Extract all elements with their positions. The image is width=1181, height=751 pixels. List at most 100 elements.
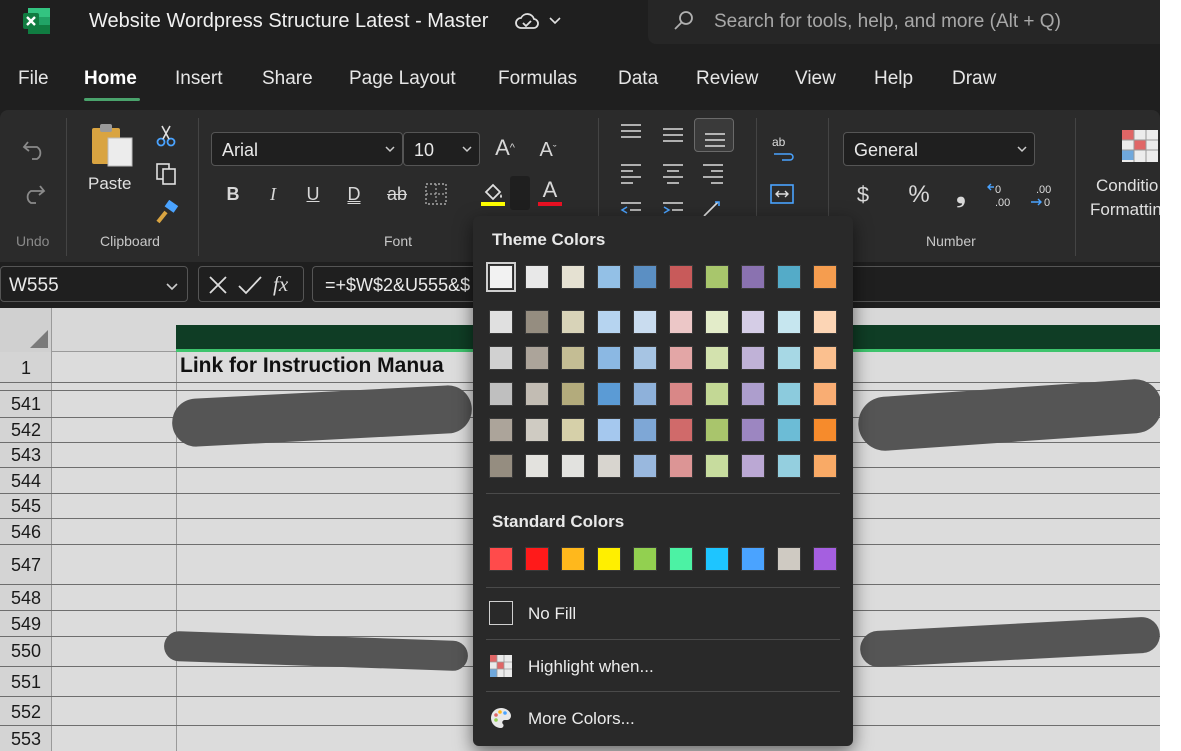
theme-color-swatch[interactable] — [813, 418, 837, 442]
comma-style-button[interactable]: ❟ — [950, 180, 972, 210]
theme-color-swatch[interactable] — [597, 454, 621, 478]
decrease-decimal-icon[interactable]: .000 — [1028, 180, 1058, 210]
standard-color-swatch[interactable] — [777, 547, 801, 571]
shrink-font-button[interactable]: Aˇ — [533, 134, 563, 166]
theme-color-swatch[interactable] — [633, 382, 657, 406]
theme-color-swatch[interactable] — [489, 346, 513, 370]
tab-file[interactable]: File — [18, 68, 49, 90]
format-painter-icon[interactable] — [154, 200, 180, 226]
theme-color-swatch[interactable] — [813, 310, 837, 334]
row-header[interactable]: 544 — [0, 471, 52, 492]
row-header[interactable]: 549 — [0, 614, 52, 635]
row-header[interactable]: 541 — [0, 394, 52, 415]
theme-color-swatch[interactable] — [669, 454, 693, 478]
theme-color-swatch[interactable] — [777, 310, 801, 334]
conditional-formatting-label-line1[interactable]: Conditio — [1096, 176, 1158, 196]
fill-color-dropdown-button[interactable] — [510, 176, 530, 210]
tab-view[interactable]: View — [795, 68, 836, 90]
align-middle-icon[interactable] — [660, 124, 686, 146]
theme-color-swatch[interactable] — [741, 454, 765, 478]
theme-color-swatch[interactable] — [741, 310, 765, 334]
no-fill-item[interactable]: No Fill — [486, 593, 840, 633]
theme-color-swatch[interactable] — [813, 346, 837, 370]
theme-color-swatch[interactable] — [777, 346, 801, 370]
font-color-button[interactable]: A — [538, 177, 562, 202]
theme-color-swatch[interactable] — [813, 265, 837, 289]
row-header[interactable]: 543 — [0, 445, 52, 466]
paste-label[interactable]: Paste — [88, 174, 131, 194]
tab-data[interactable]: Data — [618, 68, 658, 90]
underline-button[interactable]: U — [302, 180, 324, 208]
select-all-corner[interactable] — [0, 308, 52, 352]
align-left-icon[interactable] — [618, 162, 644, 184]
search-box[interactable]: Search for tools, help, and more (Alt + … — [648, 0, 1160, 44]
italic-button[interactable]: I — [262, 180, 284, 208]
name-box[interactable]: W555 — [0, 266, 188, 302]
theme-color-swatch[interactable] — [705, 454, 729, 478]
theme-color-swatch[interactable] — [777, 418, 801, 442]
theme-color-swatch[interactable] — [561, 310, 585, 334]
standard-color-swatch[interactable] — [597, 547, 621, 571]
theme-color-swatch[interactable] — [486, 262, 516, 292]
row-header[interactable]: 550 — [0, 641, 52, 662]
enter-check-icon[interactable] — [237, 274, 263, 296]
theme-color-swatch[interactable] — [741, 265, 765, 289]
number-format-select[interactable]: General — [843, 132, 1035, 166]
tab-formulas[interactable]: Formulas — [498, 68, 577, 90]
highlight-when-item[interactable]: Highlight when... — [486, 646, 840, 686]
theme-color-swatch[interactable] — [489, 310, 513, 334]
theme-color-swatch[interactable] — [669, 382, 693, 406]
theme-color-swatch[interactable] — [813, 382, 837, 406]
insert-function-icon[interactable]: fx — [273, 272, 288, 297]
grow-font-button[interactable]: A ^ — [490, 132, 520, 164]
undo-icon[interactable] — [20, 134, 48, 162]
theme-color-swatch[interactable] — [633, 346, 657, 370]
standard-color-swatch[interactable] — [633, 547, 657, 571]
theme-color-swatch[interactable] — [669, 310, 693, 334]
font-name-select[interactable]: Arial — [211, 132, 403, 166]
row-header[interactable]: 1 — [0, 358, 52, 379]
font-size-select[interactable]: 10 — [403, 132, 480, 166]
borders-icon[interactable] — [424, 182, 448, 206]
theme-color-swatch[interactable] — [705, 382, 729, 406]
row-header[interactable]: 545 — [0, 496, 52, 517]
tab-page-layout[interactable]: Page Layout — [349, 68, 456, 90]
theme-color-swatch[interactable] — [561, 418, 585, 442]
row-header[interactable]: 551 — [0, 672, 52, 693]
align-bottom-button[interactable] — [694, 118, 734, 152]
standard-color-swatch[interactable] — [525, 547, 549, 571]
theme-color-swatch[interactable] — [525, 418, 549, 442]
row-header[interactable]: 547 — [0, 555, 52, 576]
theme-color-swatch[interactable] — [489, 418, 513, 442]
increase-decimal-icon[interactable]: 0.00 — [986, 180, 1016, 210]
standard-color-swatch[interactable] — [489, 547, 513, 571]
theme-color-swatch[interactable] — [597, 346, 621, 370]
align-center-icon[interactable] — [660, 162, 686, 184]
theme-color-swatch[interactable] — [525, 454, 549, 478]
theme-color-swatch[interactable] — [525, 382, 549, 406]
theme-color-swatch[interactable] — [741, 382, 765, 406]
theme-color-swatch[interactable] — [597, 382, 621, 406]
merge-center-icon[interactable] — [768, 182, 796, 206]
standard-color-swatch[interactable] — [669, 547, 693, 571]
theme-color-swatch[interactable] — [561, 382, 585, 406]
theme-color-swatch[interactable] — [525, 346, 549, 370]
cut-icon[interactable] — [154, 124, 178, 148]
align-right-icon[interactable] — [700, 162, 726, 184]
conditional-formatting-label-line2[interactable]: Formattin — [1090, 200, 1160, 220]
theme-color-swatch[interactable] — [597, 265, 621, 289]
strikethrough-button[interactable]: ab — [383, 180, 411, 208]
standard-color-swatch[interactable] — [561, 547, 585, 571]
theme-color-swatch[interactable] — [525, 265, 549, 289]
theme-color-swatch[interactable] — [705, 265, 729, 289]
row-header[interactable]: 548 — [0, 588, 52, 609]
theme-color-swatch[interactable] — [633, 310, 657, 334]
theme-color-swatch[interactable] — [633, 265, 657, 289]
theme-color-swatch[interactable] — [561, 346, 585, 370]
theme-color-swatch[interactable] — [705, 310, 729, 334]
theme-color-swatch[interactable] — [669, 346, 693, 370]
row-header[interactable]: 546 — [0, 522, 52, 543]
theme-color-swatch[interactable] — [633, 418, 657, 442]
tab-share[interactable]: Share — [262, 68, 313, 90]
theme-color-swatch[interactable] — [777, 382, 801, 406]
